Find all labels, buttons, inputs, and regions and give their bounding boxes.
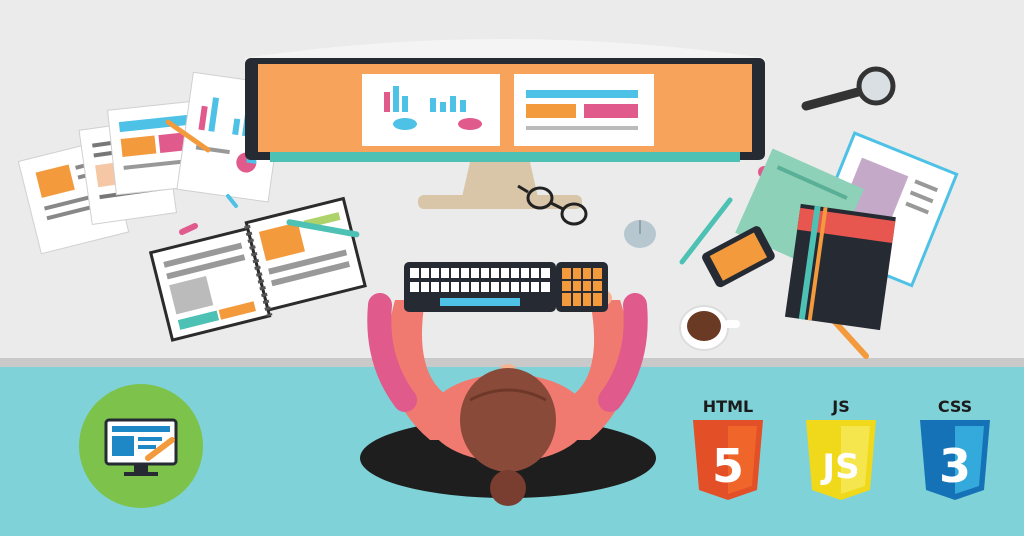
web-design-monitor-icon [79,384,203,508]
mouse [624,220,656,248]
html-number: 5 [712,439,744,493]
html5-shield-icon: HTML 5 [693,397,763,500]
illustration-canvas: HTML 5 JS JS CSS 3 [0,0,1024,536]
web-design-illustration: HTML 5 JS JS CSS 3 [0,0,1024,536]
keyboard [404,262,608,312]
css-number: 3 [939,439,971,493]
js-number: JS [820,447,859,487]
hair [460,368,556,472]
html-label: HTML [703,397,753,416]
js-label: JS [831,397,849,416]
monitor-screen [258,64,752,152]
css-label: CSS [938,397,972,416]
